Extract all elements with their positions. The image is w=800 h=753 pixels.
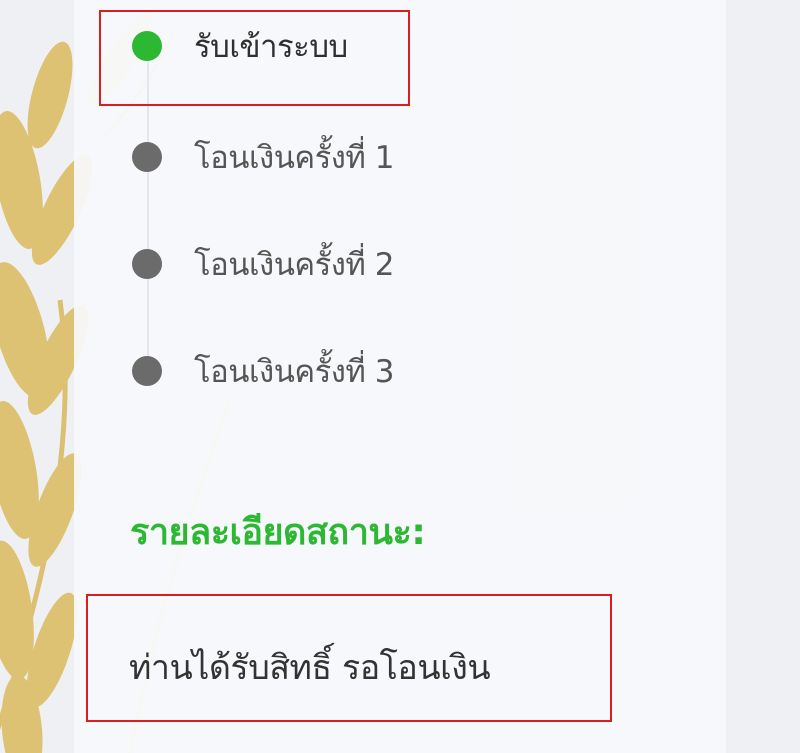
step-pending-dot-icon bbox=[132, 249, 162, 279]
step-label: โอนเงินครั้งที่ 3 bbox=[194, 354, 394, 390]
step-label: โอนเงินครั้งที่ 1 bbox=[194, 140, 394, 176]
highlight-box-active-step bbox=[99, 10, 410, 106]
step-transfer-3: โอนเงินครั้งที่ 3 bbox=[132, 351, 394, 391]
step-transfer-1: โอนเงินครั้งที่ 1 bbox=[132, 137, 394, 177]
step-transfer-2: โอนเงินครั้งที่ 2 bbox=[132, 244, 394, 284]
step-pending-dot-icon bbox=[132, 142, 162, 172]
right-margin bbox=[726, 0, 800, 753]
status-value: ท่านได้รับสิทธิ์ รอโอนเงิน bbox=[129, 648, 491, 688]
step-label: โอนเงินครั้งที่ 2 bbox=[194, 247, 394, 283]
step-pending-dot-icon bbox=[132, 356, 162, 386]
status-heading: รายละเอียดสถานะ: bbox=[130, 512, 426, 553]
